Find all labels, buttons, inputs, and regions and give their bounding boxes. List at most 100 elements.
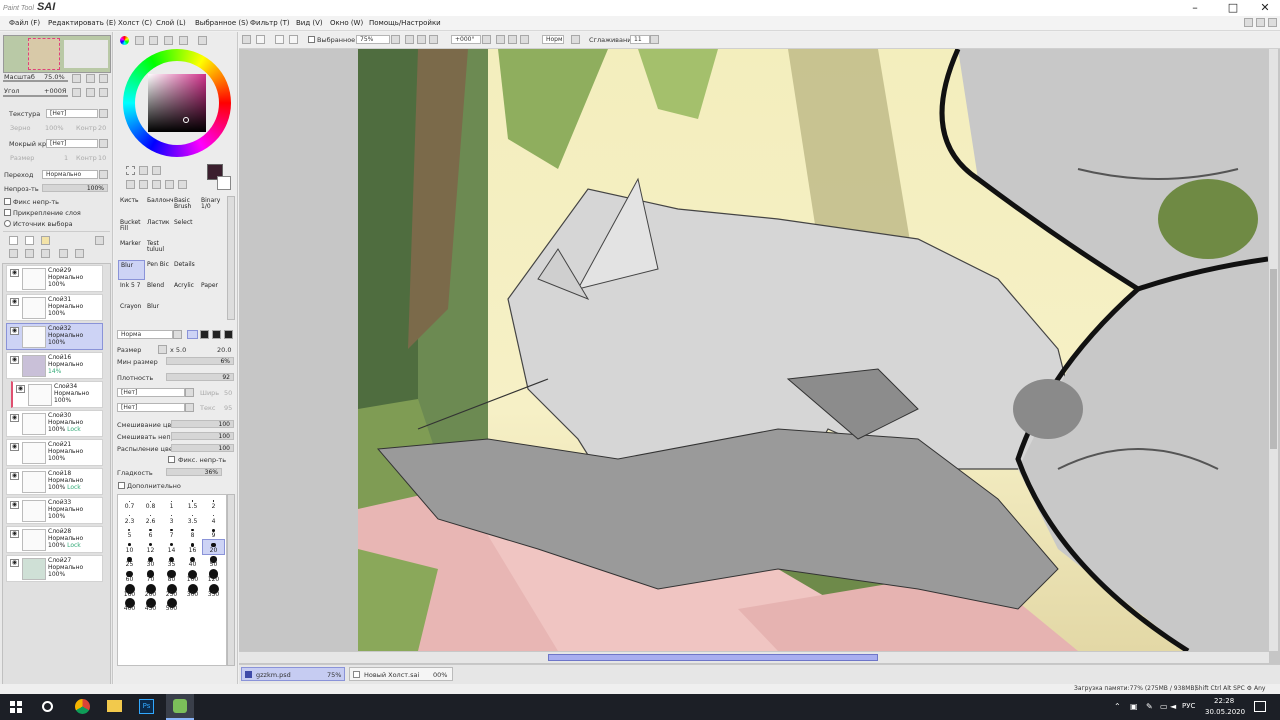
blend-select[interactable]: Нормально bbox=[42, 170, 98, 179]
rotate-ccw-icon[interactable] bbox=[496, 35, 505, 44]
brush-size-cell[interactable]: 350 bbox=[203, 583, 224, 599]
tool-pencil[interactable]: Кисть bbox=[120, 198, 139, 204]
menu-maximize-icon[interactable] bbox=[1256, 18, 1265, 27]
brush-size-cell[interactable]: 200 bbox=[140, 583, 161, 599]
layer-item[interactable]: ◉ Слой28 Нормально 100% Lock bbox=[6, 526, 103, 553]
menu-selection[interactable]: Выбранное (S) bbox=[195, 19, 248, 27]
menu-restore-icon[interactable] bbox=[1244, 18, 1253, 27]
navigator-preview[interactable] bbox=[3, 35, 111, 73]
eye-icon[interactable]: ◉ bbox=[10, 443, 19, 451]
brush-mode-select[interactable]: Норма bbox=[117, 330, 173, 339]
opacity-slider[interactable]: 100% bbox=[42, 184, 108, 192]
deselect-icon[interactable] bbox=[275, 35, 284, 44]
stabilizer-dropdown-icon[interactable] bbox=[650, 35, 659, 44]
doc-tab-active[interactable]: gzzkm.psd 75% bbox=[241, 667, 345, 681]
layer-item[interactable]: ◉ Слой16 Нормально 14% bbox=[6, 352, 103, 379]
magic-wand-icon[interactable] bbox=[152, 166, 161, 175]
new-folder-icon[interactable] bbox=[41, 236, 50, 245]
rotate-reset-icon[interactable] bbox=[99, 88, 108, 97]
menu-file[interactable]: Файл (F) bbox=[9, 19, 40, 27]
brush-size-cell[interactable]: 3.5 bbox=[182, 511, 203, 526]
wet-edge-dropdown-icon[interactable] bbox=[99, 139, 108, 148]
merge-down-icon[interactable] bbox=[25, 249, 34, 258]
brush-size-cell[interactable]: 20 bbox=[202, 538, 225, 556]
blend-dropdown-icon[interactable] bbox=[99, 170, 108, 179]
tool-crayon[interactable]: Crayon bbox=[120, 304, 141, 310]
invert-selection-icon[interactable] bbox=[289, 35, 298, 44]
blending-slider[interactable]: 100 bbox=[171, 420, 234, 428]
brush-size-mult[interactable]: x 5.0 bbox=[170, 346, 186, 354]
texture-select[interactable]: [Нет] bbox=[46, 109, 98, 118]
rotate-left-icon[interactable] bbox=[72, 88, 81, 97]
brush-size-cell[interactable]: 10 bbox=[119, 540, 140, 555]
hsv-slider-tab-icon[interactable] bbox=[149, 36, 158, 45]
zoom-out-toolbar-icon[interactable] bbox=[405, 35, 414, 44]
photoshop-icon[interactable]: Ps bbox=[139, 699, 154, 714]
zoom-in-toolbar-icon[interactable] bbox=[417, 35, 426, 44]
color-sv-square[interactable] bbox=[148, 74, 206, 132]
brush-shape-sharp-icon[interactable] bbox=[187, 330, 198, 339]
dilution-slider[interactable]: 100 bbox=[171, 432, 234, 440]
brush-size-cell[interactable]: 60 bbox=[119, 569, 140, 584]
language-indicator[interactable]: РУС bbox=[1182, 702, 1195, 710]
layer-properties-icon[interactable] bbox=[41, 249, 50, 258]
brush-size-cell[interactable]: 2.3 bbox=[119, 511, 140, 526]
brush-size-cell[interactable]: 8 bbox=[182, 525, 203, 540]
brush-size-cell[interactable]: 2 bbox=[203, 496, 224, 511]
redo-icon[interactable] bbox=[256, 35, 265, 44]
layer-item[interactable]: ◉ Слой30 Нормально 100% Lock bbox=[6, 410, 103, 437]
horizontal-scrollbar-thumb[interactable] bbox=[548, 654, 878, 661]
angle-slider[interactable] bbox=[3, 95, 68, 97]
color-wheel[interactable] bbox=[123, 49, 231, 157]
brush-size-cell[interactable]: 30 bbox=[140, 554, 161, 569]
brush-size-cell[interactable]: 25 bbox=[119, 554, 140, 569]
layer-item-selected[interactable]: ◉ Слой32 Нормально 100% bbox=[6, 323, 103, 350]
stabilizer-select[interactable]: 11 bbox=[630, 35, 650, 44]
brush-size-cell[interactable]: 16 bbox=[182, 540, 203, 555]
brush-size-cell[interactable]: 35 bbox=[161, 554, 182, 569]
eye-icon[interactable]: ◉ bbox=[10, 501, 19, 509]
brush-size-scrollbar[interactable] bbox=[227, 494, 235, 666]
eyedropper-icon[interactable] bbox=[178, 180, 187, 189]
tool-eraser[interactable]: Ластик bbox=[147, 220, 170, 226]
notifications-icon[interactable] bbox=[1254, 701, 1266, 712]
eye-icon[interactable]: ◉ bbox=[16, 385, 25, 393]
start-button-icon[interactable] bbox=[10, 701, 22, 713]
clock-date[interactable]: 30.05.2020 bbox=[1205, 708, 1245, 716]
delete-layer-icon[interactable] bbox=[59, 249, 68, 258]
clock-time[interactable]: 22:28 bbox=[1214, 697, 1234, 705]
eye-icon[interactable]: ◉ bbox=[10, 530, 19, 538]
brush-size-cell[interactable]: 0.8 bbox=[140, 496, 161, 511]
vertical-scrollbar-thumb[interactable] bbox=[1270, 269, 1277, 449]
brush-size-cell[interactable]: 250 bbox=[161, 583, 182, 599]
secondary-color-swatch[interactable] bbox=[217, 176, 231, 190]
brush-texture-dropdown-icon[interactable] bbox=[185, 403, 194, 412]
move-tool-icon[interactable] bbox=[126, 180, 135, 189]
brush-size-cell[interactable]: 14 bbox=[161, 540, 182, 555]
layer-item[interactable]: ◉ Слой33 Нормально 100% bbox=[6, 497, 103, 524]
zoom-dropdown-icon[interactable] bbox=[391, 35, 400, 44]
rotate-right-icon[interactable] bbox=[86, 88, 95, 97]
tool-marker[interactable]: Marker bbox=[120, 241, 141, 247]
texture-dropdown-icon[interactable] bbox=[99, 109, 108, 118]
doc-tab[interactable]: Новый Холст.sai 00% bbox=[349, 667, 453, 681]
layer-item[interactable]: ◉ Слой29 Нормально 100% bbox=[6, 265, 103, 292]
file-explorer-icon[interactable] bbox=[107, 700, 122, 712]
eye-icon[interactable]: ◉ bbox=[10, 414, 19, 422]
color-wheel-tab-icon[interactable] bbox=[120, 36, 129, 45]
chrome-icon[interactable] bbox=[75, 699, 90, 714]
brush-size-cell[interactable]: 0.7 bbox=[119, 496, 140, 511]
tool-paper[interactable]: Paper bbox=[201, 283, 218, 289]
show-selection-checkbox[interactable] bbox=[308, 36, 315, 43]
tool-blur2[interactable]: Blur bbox=[147, 304, 159, 310]
zoom-reset-icon[interactable] bbox=[99, 74, 108, 83]
tool-bucket[interactable]: Bucket Fill bbox=[120, 220, 144, 232]
blend-mode-select[interactable]: Норм bbox=[542, 35, 564, 44]
angle-dropdown-icon[interactable] bbox=[482, 35, 491, 44]
tray-pen-icon[interactable]: ✎ bbox=[1146, 702, 1153, 711]
brush-size-cell[interactable]: 6 bbox=[140, 525, 161, 540]
menu-close-icon[interactable] bbox=[1268, 18, 1277, 27]
rotate-reset-toolbar-icon[interactable] bbox=[520, 35, 529, 44]
brush-size-value[interactable]: 20.0 bbox=[217, 346, 231, 354]
layer-item[interactable]: ◉ Слой31 Нормально 100% bbox=[6, 294, 103, 321]
